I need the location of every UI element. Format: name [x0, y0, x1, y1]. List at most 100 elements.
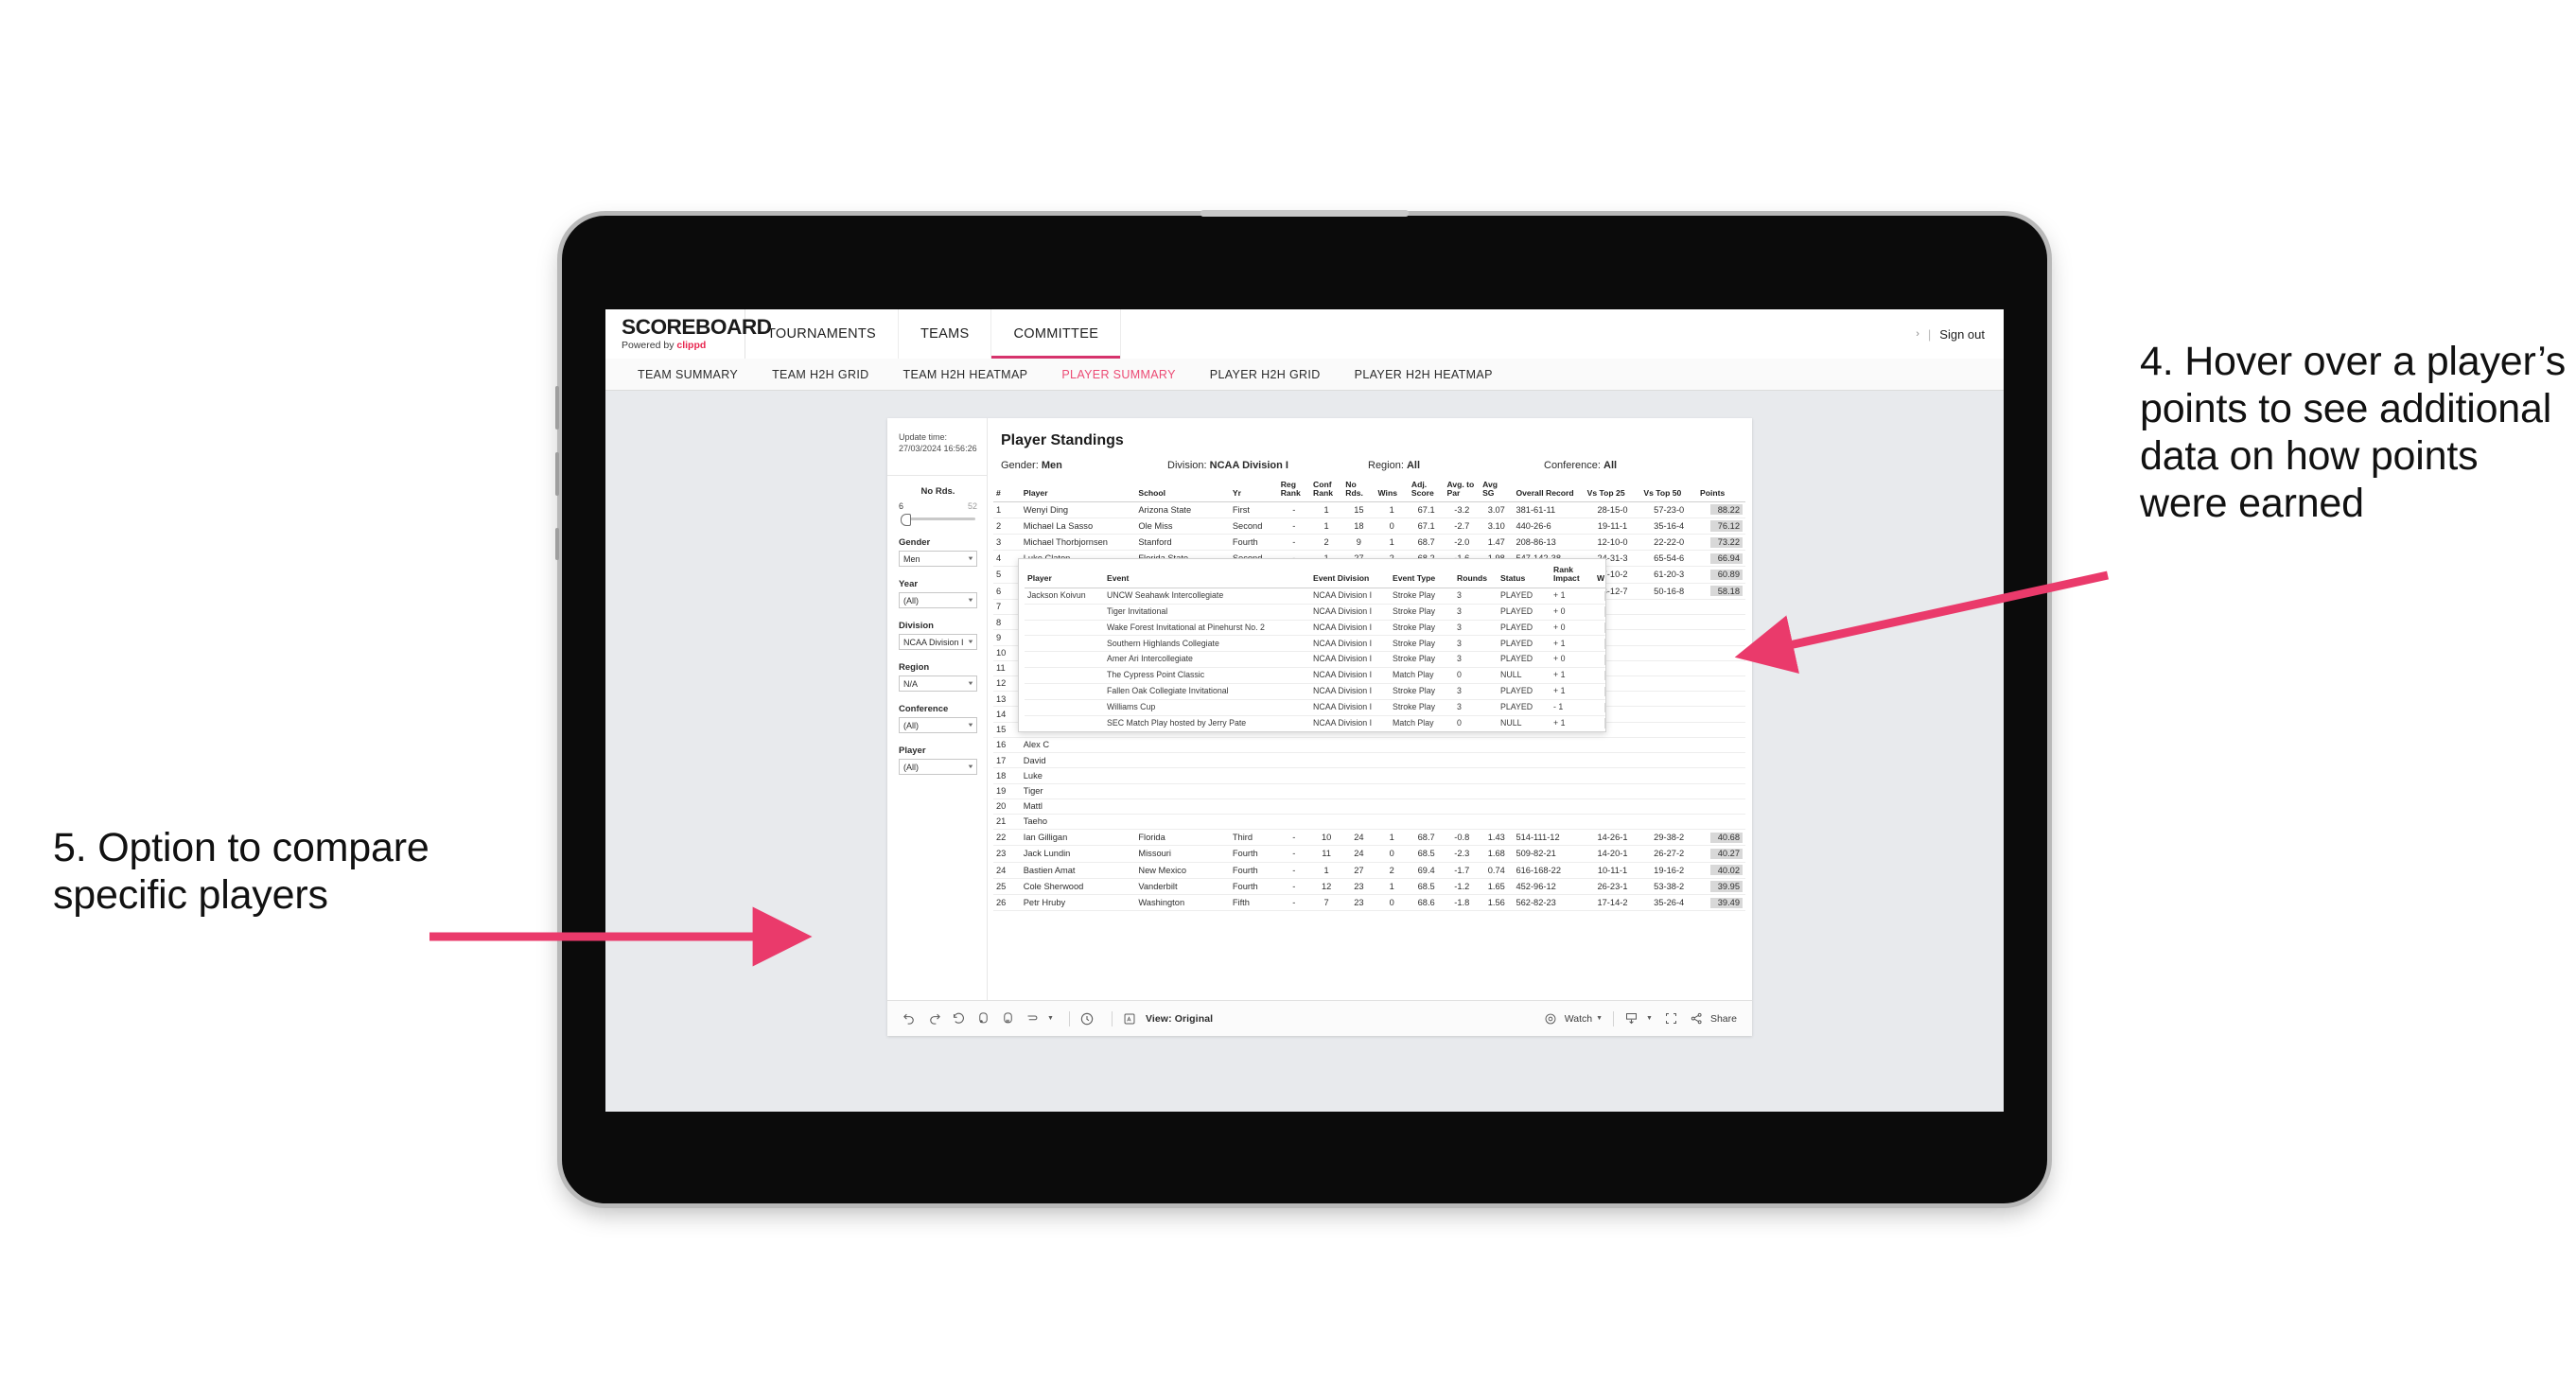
cell-points[interactable]: [1697, 798, 1745, 815]
tab-team-h2h-heatmap[interactable]: TEAM H2H HEATMAP: [886, 368, 1045, 381]
table-row[interactable]: 3 Michael Thorbjornsen Stanford Fourth -2 9 1 6…: [993, 534, 1745, 552]
meta-gender-value: Men: [1041, 460, 1062, 471]
th-wins[interactable]: Wins: [1375, 481, 1409, 502]
table-row[interactable]: 23 Jack Lundin Missouri Fourth -11 24 0 68.5 -2.…: [993, 845, 1745, 863]
tab-team-h2h-grid[interactable]: TEAM H2H GRID: [755, 368, 885, 381]
table-row[interactable]: 16 Alex C: [993, 737, 1745, 754]
th-avg-to-par[interactable]: Avg. to Par: [1444, 480, 1481, 502]
share-button[interactable]: Share: [1688, 1009, 1737, 1027]
chevron-down-icon[interactable]: ▼: [1047, 1015, 1054, 1022]
tooltip-header-row: Player Event Event Division Event Type R…: [1025, 564, 1605, 588]
table-row[interactable]: 17 David: [993, 752, 1745, 769]
tab-player-summary[interactable]: PLAYER SUMMARY: [1044, 368, 1192, 381]
table-row[interactable]: 24 Bastien Amat New Mexico Fourth -1 27 2 69.4-…: [993, 862, 1745, 879]
tab-player-h2h-grid[interactable]: PLAYER H2H GRID: [1193, 368, 1338, 381]
refresh-data-icon[interactable]: [974, 1009, 992, 1027]
cell-nords: 24: [1342, 845, 1376, 863]
cell-points[interactable]: [1697, 752, 1745, 769]
th-adj-score[interactable]: Adj. Score: [1408, 480, 1445, 502]
no-rounds-slider[interactable]: [899, 513, 977, 526]
table-row[interactable]: 18 Luke: [993, 767, 1745, 784]
cell-t50: [1640, 614, 1698, 631]
cell-tt-type: Match Play: [1390, 715, 1454, 731]
cell-points[interactable]: 66.94: [1697, 550, 1745, 568]
table-row[interactable]: 20 Mattl: [993, 798, 1745, 815]
pause-updates-icon[interactable]: [999, 1009, 1017, 1027]
th-conf-rank[interactable]: Conf Rank: [1309, 480, 1343, 502]
meta-division-label: Division:: [1167, 460, 1207, 471]
th-overall-record[interactable]: Overall Record: [1513, 481, 1585, 502]
table-row[interactable]: 25 Cole Sherwood Vanderbilt Fourth -12 23 1 68.…: [993, 878, 1745, 896]
cell-points[interactable]: 40.68: [1697, 829, 1745, 847]
cell-wins: 0: [1375, 518, 1409, 535]
cell-points[interactable]: 40.02: [1697, 862, 1745, 879]
cell-player: Ian Gilligan: [1020, 829, 1136, 847]
table-row[interactable]: 2 Michael La Sasso Ole Miss Second -1 18 0 67.1…: [993, 518, 1745, 535]
tab-player-h2h-heatmap[interactable]: PLAYER H2H HEATMAP: [1338, 368, 1510, 381]
filter-region-select[interactable]: N/A ▼: [899, 675, 977, 692]
tablet-side-button-power: [555, 528, 559, 560]
cell-tt-rank-impact: - 1: [1551, 699, 1594, 716]
table-row[interactable]: 26 Petr Hruby Washington Fifth -7 23 0 68.6 -1.8…: [993, 894, 1745, 912]
cell-points[interactable]: 73.22: [1697, 534, 1745, 552]
revert-icon[interactable]: [950, 1009, 968, 1027]
cell-points[interactable]: [1697, 675, 1745, 693]
th-rank[interactable]: #: [993, 481, 1021, 502]
redo-icon[interactable]: [925, 1009, 943, 1027]
th-reg-rank[interactable]: Reg Rank: [1277, 480, 1310, 502]
cell-points[interactable]: 39.95: [1697, 878, 1745, 896]
cell-atp: -2.7: [1444, 518, 1481, 535]
cell-points[interactable]: [1697, 691, 1745, 708]
filter-gender-select[interactable]: Men ▼: [899, 551, 977, 567]
fullscreen-icon[interactable]: [1662, 1009, 1680, 1027]
tab-team-summary[interactable]: TEAM SUMMARY: [621, 368, 755, 381]
brand-logo[interactable]: SCOREBOARD Powered by clippd: [605, 309, 772, 359]
filter-player-select[interactable]: (All) ▼: [899, 759, 977, 775]
undo-icon[interactable]: [901, 1009, 919, 1027]
cell-points[interactable]: [1697, 814, 1745, 831]
filter-player: Player (All) ▼: [899, 746, 977, 775]
th-school[interactable]: School: [1135, 481, 1230, 502]
nav-item-committee[interactable]: COMMITTEE: [991, 309, 1122, 359]
cell-t50: [1640, 629, 1698, 646]
filter-year-value: (All): [903, 595, 919, 605]
cell-adj: 68.7: [1408, 829, 1445, 847]
cell-points[interactable]: [1697, 737, 1745, 754]
nav-item-tournaments[interactable]: TOURNAMENTS: [745, 309, 900, 359]
th-vs-top-25[interactable]: Vs Top 25: [1584, 481, 1641, 502]
cell-points[interactable]: 76.12: [1697, 518, 1745, 535]
cell-points[interactable]: 40.27: [1697, 845, 1745, 863]
view-original-icon[interactable]: [1024, 1009, 1042, 1027]
filter-conference-select[interactable]: (All) ▼: [899, 717, 977, 733]
th-no-rds[interactable]: No Rds.: [1342, 480, 1376, 502]
points-breakdown-tooltip: Player Event Event Division Event Type R…: [1018, 558, 1606, 732]
table-row[interactable]: 1 Wenyi Ding Arizona State First -1 15 1 67.1 -3…: [993, 501, 1745, 518]
download-button[interactable]: ▼: [1622, 1009, 1653, 1027]
history-clock-icon[interactable]: [1078, 1009, 1096, 1027]
cell-tt-player: Jackson Koivun: [1025, 588, 1104, 605]
th-avg-sg[interactable]: Avg SG: [1480, 480, 1514, 502]
th-vs-top-50[interactable]: Vs Top 50: [1640, 481, 1698, 502]
cell-points[interactable]: 39.49: [1697, 894, 1745, 912]
table-row[interactable]: 21 Taeho: [993, 814, 1745, 831]
account-chevron-icon[interactable]: ›: [1916, 328, 1919, 340]
watch-button[interactable]: Watch ▼: [1542, 1009, 1603, 1027]
view-original-label[interactable]: View: Original: [1146, 1013, 1213, 1025]
th-player[interactable]: Player: [1020, 481, 1136, 502]
cell-points[interactable]: [1697, 706, 1745, 723]
cell-reg: -: [1277, 845, 1310, 863]
table-row[interactable]: 22 Ian Gilligan Florida Third -10 24 1 68.7 -0.8…: [993, 829, 1745, 847]
th-yr[interactable]: Yr: [1229, 481, 1278, 502]
table-row[interactable]: 19 Tiger: [993, 783, 1745, 799]
th-points[interactable]: Points: [1697, 481, 1745, 502]
slider-handle[interactable]: [901, 514, 911, 526]
filter-division-select[interactable]: NCAA Division I ▼: [899, 634, 977, 650]
cell-points[interactable]: [1697, 722, 1745, 738]
cell-points[interactable]: [1697, 783, 1745, 799]
filter-year-select[interactable]: (All) ▼: [899, 592, 977, 608]
nav-item-teams[interactable]: TEAMS: [899, 309, 992, 359]
tooltip-row: Amer Ari Intercollegiate NCAA Division IS…: [1025, 651, 1605, 669]
cell-points[interactable]: [1697, 767, 1745, 784]
cell-points[interactable]: 88.22: [1697, 501, 1745, 518]
sign-out-link[interactable]: Sign out: [1939, 327, 1985, 342]
